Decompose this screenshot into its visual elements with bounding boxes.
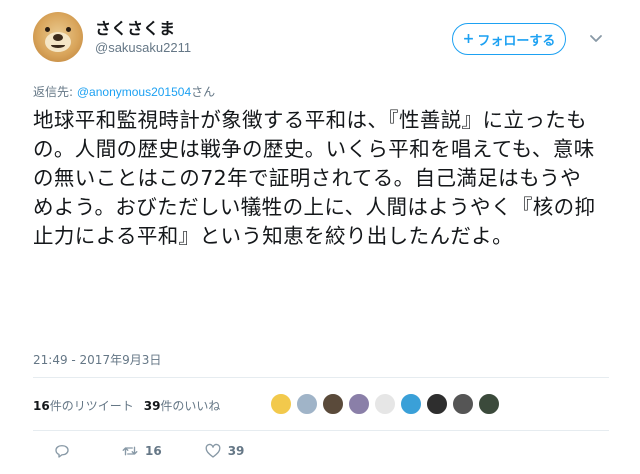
liker-avatar-5[interactable]: [374, 393, 396, 415]
tweet-text: 地球平和監視時計が象徴する平和は、『性善説』に立ったもの。人間の歴史は戦争の歴史…: [33, 108, 596, 248]
liker-avatar-6[interactable]: [400, 393, 422, 415]
like-stat[interactable]: 39件のいいね: [144, 397, 221, 414]
retweet-stat-label: 件のリツイート: [49, 399, 134, 413]
divider: [33, 430, 609, 431]
tweet-stats: 16件のリツイート 39件のいいね: [33, 397, 220, 414]
reply-to-suffix: さん: [191, 85, 216, 99]
liker-avatar-3[interactable]: [322, 393, 344, 415]
liker-avatar-1[interactable]: [270, 393, 292, 415]
heart-icon: [205, 443, 221, 458]
like-stat-label: 件のいいね: [160, 399, 221, 413]
user-display-name[interactable]: さくさくま: [95, 15, 175, 39]
reply-icon: [55, 445, 69, 458]
follow-plus-icon: +: [462, 31, 475, 47]
chevron-down-icon[interactable]: [588, 30, 604, 46]
liker-avatar-7[interactable]: [426, 393, 448, 415]
tweet-timestamp[interactable]: 21:49 - 2017年9月3日: [33, 351, 161, 368]
reply-to-prefix: 返信先:: [33, 85, 77, 99]
divider: [33, 377, 609, 378]
reply-mention-link[interactable]: @anonymous201504: [77, 85, 191, 99]
tweet-actions: 16 39: [33, 442, 244, 460]
liker-avatar-9[interactable]: [478, 393, 500, 415]
liker-avatar-2[interactable]: [296, 393, 318, 415]
reply-to-line: 返信先: @anonymous201504さん: [33, 83, 215, 100]
avatar-eye-left: [45, 27, 50, 32]
retweet-count: 16: [145, 444, 162, 458]
tweet-header: さくさくま @sakusaku2211 + フォローする: [0, 0, 640, 78]
avatar-eye-right: [66, 27, 71, 32]
reply-button[interactable]: [53, 442, 71, 460]
liker-avatar-4[interactable]: [348, 393, 370, 415]
retweet-stat[interactable]: 16件のリツイート: [33, 397, 134, 414]
retweet-stat-count: 16: [33, 399, 50, 413]
like-stat-count: 39: [143, 399, 161, 413]
follow-button-label: フォローする: [477, 33, 556, 49]
like-button[interactable]: 39: [204, 442, 245, 460]
liker-avatar-8[interactable]: [452, 393, 474, 415]
like-count: 39: [227, 444, 245, 458]
user-avatar[interactable]: [33, 12, 83, 62]
follow-button[interactable]: + フォローする: [452, 23, 566, 55]
avatar-nose: [53, 34, 63, 41]
user-handle[interactable]: @sakusaku2211: [95, 40, 191, 55]
avatar-mouth: [51, 42, 65, 48]
liker-avatars: [270, 393, 500, 415]
retweet-icon: [122, 446, 138, 456]
retweet-button[interactable]: 16: [121, 442, 162, 460]
